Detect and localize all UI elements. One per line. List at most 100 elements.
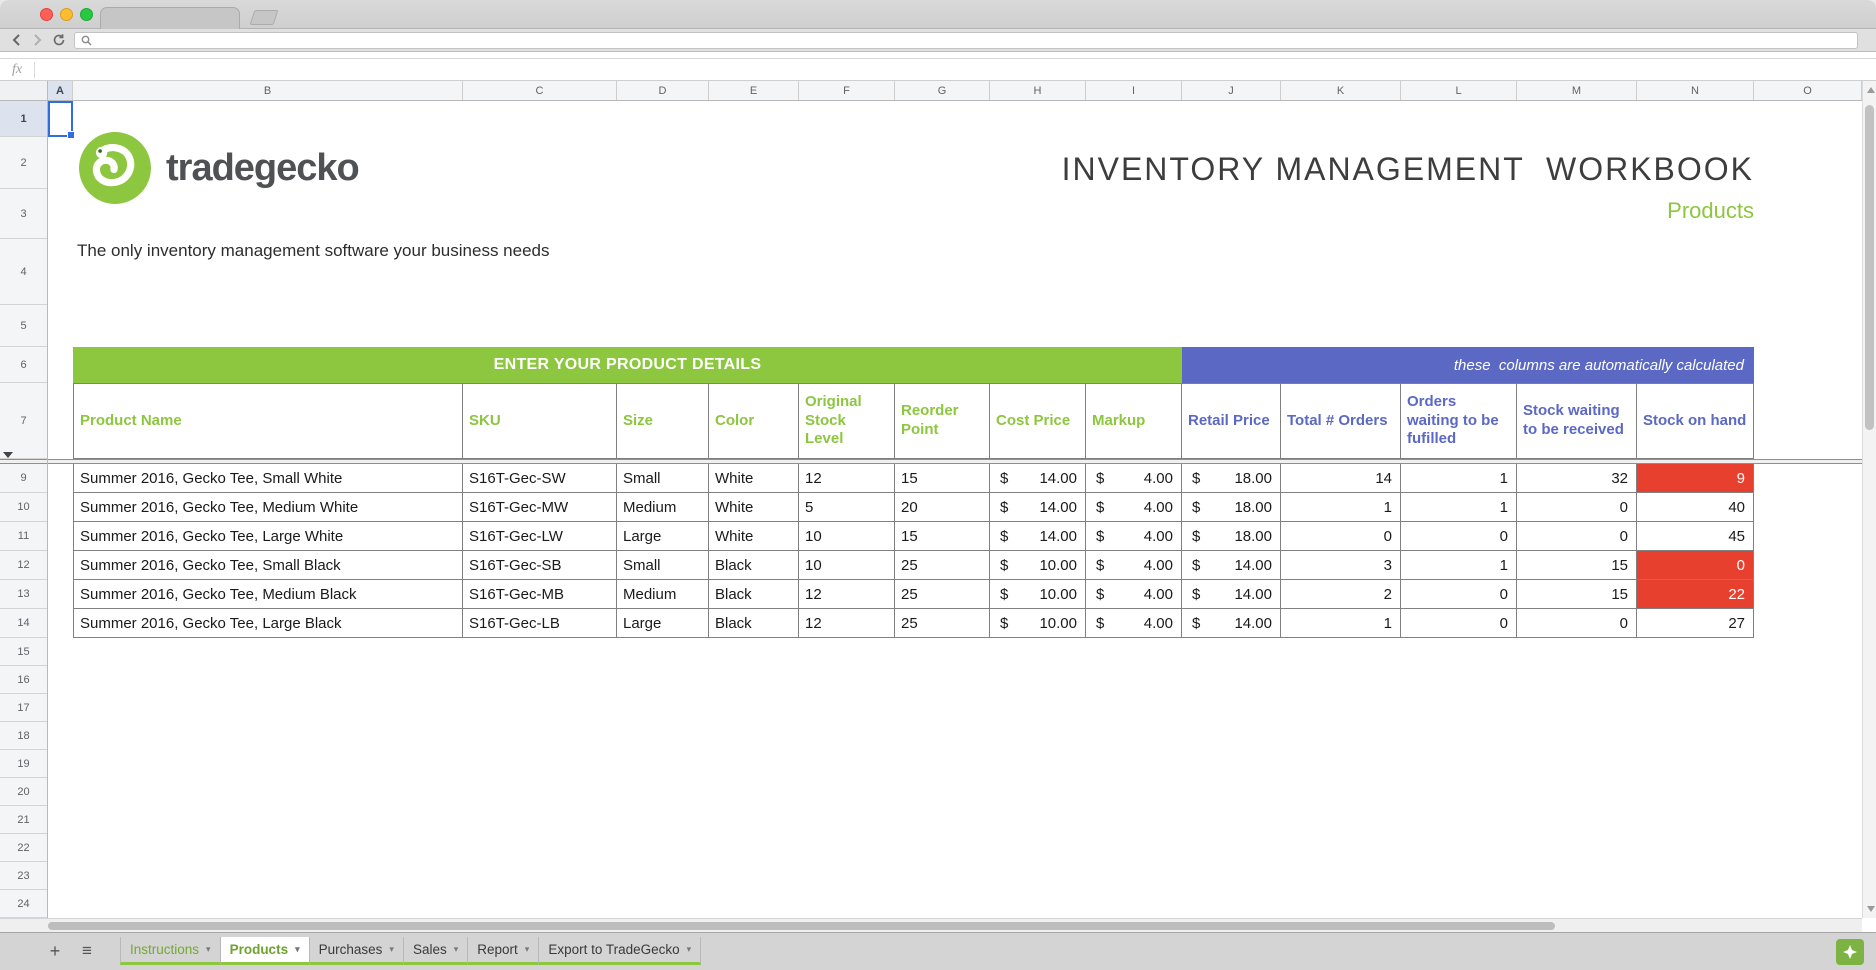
minimize-window-button[interactable] bbox=[60, 8, 73, 21]
tab-menu-caret-icon[interactable]: ▾ bbox=[295, 944, 300, 955]
column-header-H[interactable]: H bbox=[990, 81, 1086, 100]
all-sheets-button[interactable]: ≡ bbox=[74, 938, 100, 964]
cell-orders-waiting[interactable]: 1 bbox=[1401, 551, 1517, 580]
explore-button[interactable] bbox=[1836, 939, 1864, 965]
cell-orders-waiting[interactable]: 1 bbox=[1401, 493, 1517, 522]
cell-orders-waiting[interactable]: 0 bbox=[1401, 580, 1517, 609]
frozen-rows-divider[interactable] bbox=[0, 452, 47, 464]
row-header-23[interactable]: 23 bbox=[0, 862, 47, 890]
cell-color[interactable]: White bbox=[709, 522, 799, 551]
sheet-tab-instructions[interactable]: Instructions ▾ bbox=[120, 937, 221, 965]
cell-original-stock[interactable]: 12 bbox=[799, 580, 895, 609]
cell-stock-on-hand[interactable]: 27 bbox=[1637, 609, 1754, 638]
sheet-tab-products[interactable]: Products ▾ bbox=[220, 937, 310, 965]
column-header-D[interactable]: D bbox=[617, 81, 709, 100]
row-header-17[interactable]: 17 bbox=[0, 694, 47, 722]
cell-sku[interactable]: S16T-Gec-SW bbox=[463, 464, 617, 493]
row-header-11[interactable]: 11 bbox=[0, 522, 47, 551]
cell-sku[interactable]: S16T-Gec-MB bbox=[463, 580, 617, 609]
cell-original-stock[interactable]: 12 bbox=[799, 464, 895, 493]
cell-stock-waiting[interactable]: 0 bbox=[1517, 493, 1637, 522]
back-button[interactable] bbox=[8, 32, 26, 48]
cell-original-stock[interactable]: 12 bbox=[799, 609, 895, 638]
tab-menu-caret-icon[interactable]: ▾ bbox=[687, 944, 692, 955]
cell-reorder[interactable]: 25 bbox=[895, 609, 990, 638]
column-header-F[interactable]: F bbox=[799, 81, 895, 100]
row-header-1[interactable]: 1 bbox=[0, 101, 47, 137]
column-header-J[interactable]: J bbox=[1182, 81, 1281, 100]
sheet-tab-purchases[interactable]: Purchases ▾ bbox=[309, 937, 404, 965]
row-header-10[interactable]: 10 bbox=[0, 493, 47, 522]
column-header-N[interactable]: N bbox=[1637, 81, 1754, 100]
cell-markup[interactable]: $4.00 bbox=[1086, 522, 1182, 551]
row-header-22[interactable]: 22 bbox=[0, 834, 47, 862]
forward-button[interactable] bbox=[28, 32, 46, 48]
column-header-K[interactable]: K bbox=[1281, 81, 1401, 100]
row-header-6[interactable]: 6 bbox=[0, 347, 47, 383]
cell-O7[interactable] bbox=[1754, 383, 1862, 459]
header-orders-waiting[interactable]: Orders waiting to be fufilled bbox=[1401, 383, 1517, 459]
cell-o[interactable] bbox=[1754, 464, 1862, 493]
cell-orders-waiting[interactable]: 0 bbox=[1401, 609, 1517, 638]
cell-original-stock[interactable]: 10 bbox=[799, 522, 895, 551]
cell-stock-waiting[interactable]: 15 bbox=[1517, 580, 1637, 609]
cell-total-orders[interactable]: 1 bbox=[1281, 493, 1401, 522]
header-cost-price[interactable]: Cost Price bbox=[990, 383, 1086, 459]
cell-size[interactable]: Small bbox=[617, 464, 709, 493]
tab-menu-caret-icon[interactable]: ▾ bbox=[389, 944, 394, 955]
cell-total-orders[interactable]: 3 bbox=[1281, 551, 1401, 580]
cell-stock-waiting[interactable]: 15 bbox=[1517, 551, 1637, 580]
cell-total-orders[interactable]: 2 bbox=[1281, 580, 1401, 609]
cell-markup[interactable]: $4.00 bbox=[1086, 609, 1182, 638]
vertical-scrollbar-thumb[interactable] bbox=[1865, 105, 1874, 430]
cell-retail-price[interactable]: $18.00 bbox=[1182, 464, 1281, 493]
cell-stock-on-hand[interactable]: 0 bbox=[1637, 551, 1754, 580]
cell-sku[interactable]: S16T-Gec-LW bbox=[463, 522, 617, 551]
cell-o[interactable] bbox=[1754, 551, 1862, 580]
cell-reorder[interactable]: 25 bbox=[895, 551, 990, 580]
cell-color[interactable]: Black bbox=[709, 551, 799, 580]
cell-markup[interactable]: $4.00 bbox=[1086, 580, 1182, 609]
cell-stock-waiting[interactable]: 32 bbox=[1517, 464, 1637, 493]
row-header-15[interactable]: 15 bbox=[0, 638, 47, 666]
new-tab-button[interactable] bbox=[249, 10, 279, 25]
scroll-down-icon[interactable] bbox=[1867, 906, 1875, 912]
cell-total-orders[interactable]: 1 bbox=[1281, 609, 1401, 638]
cell-retail-price[interactable]: $14.00 bbox=[1182, 609, 1281, 638]
row-header-5[interactable]: 5 bbox=[0, 305, 47, 347]
row-header-18[interactable]: 18 bbox=[0, 722, 47, 750]
cell-o[interactable] bbox=[1754, 493, 1862, 522]
row-header-13[interactable]: 13 bbox=[0, 580, 47, 609]
column-header-I[interactable]: I bbox=[1086, 81, 1182, 100]
cell-retail-price[interactable]: $14.00 bbox=[1182, 551, 1281, 580]
cell-cost-price[interactable]: $14.00 bbox=[990, 493, 1086, 522]
header-reorder-point[interactable]: Reorder Point bbox=[895, 383, 990, 459]
scroll-up-icon[interactable] bbox=[1867, 87, 1875, 93]
cell-sku[interactable]: S16T-Gec-SB bbox=[463, 551, 617, 580]
row-header-14[interactable]: 14 bbox=[0, 609, 47, 638]
cell-a[interactable] bbox=[48, 551, 73, 580]
cell-stock-waiting[interactable]: 0 bbox=[1517, 522, 1637, 551]
cell-orders-waiting[interactable]: 0 bbox=[1401, 522, 1517, 551]
cell-stock-waiting[interactable]: 0 bbox=[1517, 609, 1637, 638]
cell-product-name[interactable]: Summer 2016, Gecko Tee, Medium Black bbox=[73, 580, 463, 609]
row-header-19[interactable]: 19 bbox=[0, 750, 47, 778]
cell-original-stock[interactable]: 5 bbox=[799, 493, 895, 522]
cell-product-name[interactable]: Summer 2016, Gecko Tee, Small White bbox=[73, 464, 463, 493]
row-header-9[interactable]: 9 bbox=[0, 464, 47, 493]
cell-sku[interactable]: S16T-Gec-MW bbox=[463, 493, 617, 522]
row-header-3[interactable]: 3 bbox=[0, 189, 47, 239]
cell-a[interactable] bbox=[48, 609, 73, 638]
row-header-7[interactable]: 7 bbox=[0, 383, 47, 459]
cell-total-orders[interactable]: 0 bbox=[1281, 522, 1401, 551]
cell-size[interactable]: Large bbox=[617, 522, 709, 551]
cell-reorder[interactable]: 20 bbox=[895, 493, 990, 522]
cell-size[interactable]: Small bbox=[617, 551, 709, 580]
cell-cost-price[interactable]: $10.00 bbox=[990, 609, 1086, 638]
horizontal-scrollbar[interactable] bbox=[0, 918, 1862, 932]
cell-color[interactable]: Black bbox=[709, 580, 799, 609]
cell-reorder[interactable]: 15 bbox=[895, 464, 990, 493]
row-header-12[interactable]: 12 bbox=[0, 551, 47, 580]
column-header-L[interactable]: L bbox=[1401, 81, 1517, 100]
auto-calculated-banner[interactable]: these columns are automatically calculat… bbox=[1182, 347, 1754, 383]
